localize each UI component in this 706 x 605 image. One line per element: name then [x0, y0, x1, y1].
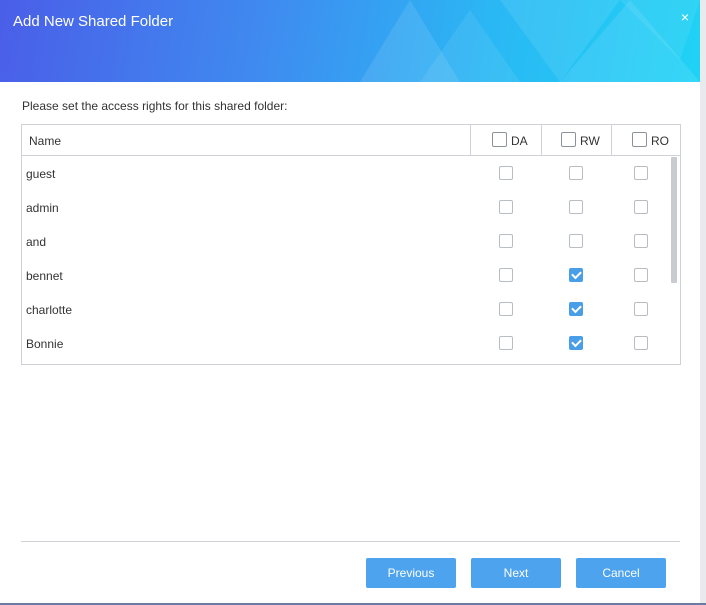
column-header-rw: RW — [541, 125, 612, 155]
ro-checkbox[interactable] — [634, 336, 648, 350]
next-button[interactable]: Next — [471, 558, 561, 588]
footer-divider — [21, 541, 680, 542]
da-checkbox[interactable] — [499, 234, 513, 248]
rw-checkbox[interactable] — [569, 200, 583, 214]
scrollbar-thumb[interactable] — [671, 157, 677, 283]
rw-checkbox[interactable] — [569, 336, 583, 350]
table-header: Name DA RW RO — [22, 125, 680, 156]
table-row[interactable]: Bonnie — [22, 326, 668, 360]
da-checkbox[interactable] — [499, 336, 513, 350]
user-name: Bonnie — [26, 337, 64, 351]
table-row[interactable]: admin — [22, 190, 668, 224]
select-all-da-checkbox[interactable] — [492, 132, 507, 147]
ro-checkbox[interactable] — [634, 234, 648, 248]
dialog-title: Add New Shared Folder — [13, 13, 174, 30]
user-name: and — [26, 235, 47, 249]
table-row[interactable]: bennet — [22, 258, 668, 292]
ro-checkbox[interactable] — [634, 302, 648, 316]
user-name: guest — [26, 167, 56, 181]
user-name: charlotte — [26, 303, 73, 317]
select-all-ro-checkbox[interactable] — [632, 132, 647, 147]
ro-checkbox[interactable] — [634, 166, 648, 180]
access-rights-table: Name DA RW RO guest admin and bennet charlot… — [21, 124, 681, 365]
rw-checkbox[interactable] — [569, 166, 583, 180]
user-name: admin — [26, 201, 59, 215]
rw-checkbox[interactable] — [569, 234, 583, 248]
rw-checkbox[interactable] — [569, 268, 583, 282]
da-checkbox[interactable] — [499, 200, 513, 214]
instruction-text: Please set the access rights for this sh… — [22, 99, 288, 113]
user-name: bennet — [26, 269, 63, 283]
column-label-da: DA — [511, 134, 528, 148]
da-checkbox[interactable] — [499, 268, 513, 282]
ro-checkbox[interactable] — [634, 200, 648, 214]
table-scrollbar[interactable] — [670, 156, 680, 363]
column-header-da: DA — [470, 125, 541, 155]
select-all-rw-checkbox[interactable] — [561, 132, 576, 147]
rw-checkbox[interactable] — [569, 302, 583, 316]
close-icon[interactable]: × — [676, 8, 694, 26]
table-row[interactable]: and — [22, 224, 668, 258]
table-row[interactable]: guest — [22, 156, 668, 190]
column-header-ro: RO — [611, 125, 681, 155]
add-shared-folder-dialog: Add New Shared Folder × Please set the a… — [0, 0, 700, 603]
da-checkbox[interactable] — [499, 166, 513, 180]
previous-button[interactable]: Previous — [366, 558, 456, 588]
da-checkbox[interactable] — [499, 302, 513, 316]
dialog-header: Add New Shared Folder × — [0, 0, 700, 82]
name-column-header: Name — [29, 134, 62, 148]
cancel-button[interactable]: Cancel — [576, 558, 666, 588]
column-label-ro: RO — [651, 134, 669, 148]
ro-checkbox[interactable] — [634, 268, 648, 282]
background-window-edge — [700, 0, 706, 605]
column-label-rw: RW — [580, 134, 600, 148]
table-row[interactable]: charlotte — [22, 292, 668, 326]
